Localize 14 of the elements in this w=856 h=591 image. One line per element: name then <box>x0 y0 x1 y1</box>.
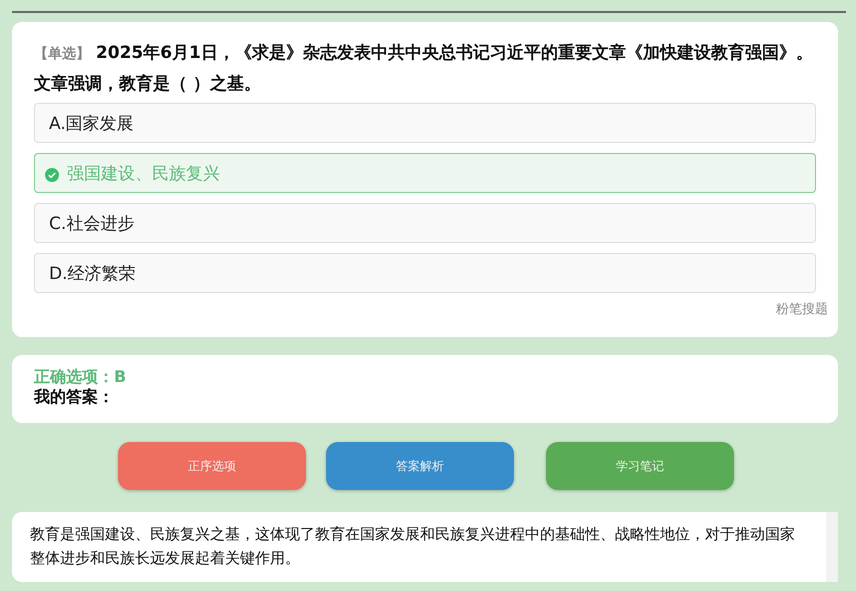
scrollbar-track <box>826 512 838 582</box>
action-button[interactable]: 答案解析 <box>326 442 514 490</box>
correct-answer: 正确选项：B <box>34 367 128 387</box>
answer-option[interactable]: 强国建设、民族复兴 <box>34 153 816 193</box>
answer-option[interactable]: C.社会进步 <box>34 203 816 243</box>
my-answer: 我的答案： <box>34 387 115 407</box>
check-icon <box>45 168 59 182</box>
answer-option[interactable]: D.经济繁荣 <box>34 253 816 293</box>
action-button[interactable]: 学习笔记 <box>546 442 734 490</box>
explanation-text: 教育是强国建设、民族复兴之基，这体现了教育在国家发展和民族复兴进程中的基础性、战略性地位，对于推动国家整体进步和民族长远发展起着关键作用。 <box>30 524 796 569</box>
answer-option[interactable]: A.国家发展 <box>34 103 816 143</box>
source-label: 粉笔搜题 <box>776 302 828 317</box>
action-button[interactable]: 正序选项 <box>118 442 306 490</box>
question-text: 【单选】 2025年6月1日，《求是》杂志发表中共中央总书记习近平的重要文章《加快建设教育强国》。文章强调，教育是（ ）之基。 <box>34 42 814 96</box>
